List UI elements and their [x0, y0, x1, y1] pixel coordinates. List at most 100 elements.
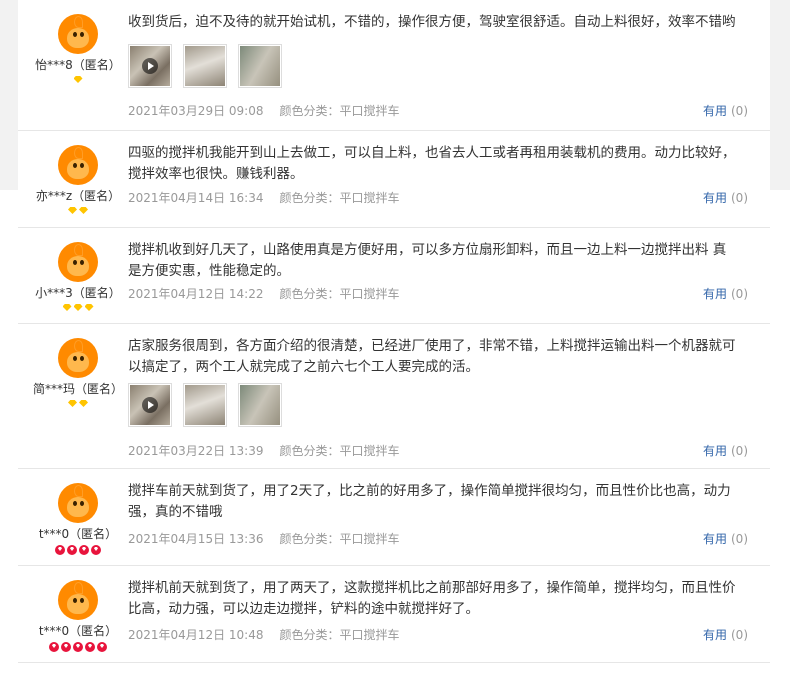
review-date: 2021年04月14日 16:34 [128, 191, 264, 205]
helpful-count: (0) [731, 444, 748, 458]
review-text: 搅拌机前天就到货了，用了两天了，这款搅拌机比之前那部好用多了，操作简单，搅拌均匀… [128, 580, 736, 617]
red-heart-gem-icon [97, 642, 107, 652]
helpful-control: 有用 (0) [703, 443, 748, 459]
review-color-category: 颜色分类：平口搅拌车 [279, 191, 400, 205]
red-heart-gem-icon [49, 642, 59, 652]
red-heart-gem-icon [91, 545, 101, 555]
review-photos [128, 383, 293, 427]
review-item: t***0（匿名） 搅拌机前天就到货了，用了两天了，这款搅拌机比之前那部好用多了… [18, 566, 770, 663]
helpful-control: 有用 (0) [703, 190, 748, 206]
play-icon [142, 397, 158, 413]
avatar[interactable] [58, 145, 98, 185]
reviewer-level-badge [18, 545, 138, 555]
red-heart-gem-icon [79, 545, 89, 555]
red-heart-gem-icon [85, 642, 95, 652]
review-text: 四驱的搅拌机我能开到山上去做工，可以自上料，也省去人工或者再租用装载机的费用。动… [128, 145, 736, 182]
avatar[interactable] [58, 580, 98, 620]
review-color-category: 颜色分类：平口搅拌车 [279, 104, 400, 118]
helpful-count: (0) [731, 532, 748, 546]
review-meta: 2021年04月14日 16:34 颜色分类：平口搅拌车 [128, 190, 400, 206]
review-list: 怡***8（匿名） 收到货后，迫不及待的就开始试机，不错的，操作很方便，驾驶室很… [18, 0, 770, 663]
review-item: 小***3（匿名） 搅拌机收到好几天了，山路使用真是方便好用，可以多方位扇形卸料… [18, 228, 770, 324]
review-photo-thumbnail[interactable] [238, 44, 282, 88]
helpful-button[interactable]: 有用 [703, 287, 727, 301]
reviewer-name: t***0（匿名） [38, 624, 118, 638]
review-date: 2021年04月15日 13:36 [128, 532, 264, 546]
helpful-button[interactable]: 有用 [703, 444, 727, 458]
helpful-button[interactable]: 有用 [703, 628, 727, 642]
avatar[interactable] [58, 242, 98, 282]
helpful-count: (0) [731, 104, 748, 118]
review-date: 2021年04月12日 14:22 [128, 287, 264, 301]
review-meta: 2021年03月22日 13:39 颜色分类：平口搅拌车 [128, 443, 400, 459]
helpful-count: (0) [731, 191, 748, 205]
reviewer-name: 怡***8（匿名） [35, 58, 121, 72]
review-photos [128, 44, 293, 88]
red-heart-gem-icon [67, 545, 77, 555]
review-photo-thumbnail[interactable] [183, 383, 227, 427]
yellow-diamond-icon [68, 400, 77, 407]
reviewer: 小***3（匿名） [18, 242, 138, 314]
reviewer-level-badge [18, 642, 138, 652]
review-video-thumbnail[interactable] [128, 383, 172, 427]
review-photo-thumbnail[interactable] [183, 44, 227, 88]
reviewer-level-badge [18, 400, 138, 410]
reviewer-name: 小***3（匿名） [35, 286, 121, 300]
reviewer-level-badge [18, 76, 138, 86]
helpful-button[interactable]: 有用 [703, 191, 727, 205]
yellow-diamond-icon [68, 207, 77, 214]
reviewer-level-badge [18, 304, 138, 314]
helpful-button[interactable]: 有用 [703, 532, 727, 546]
reviewer-name: 简***玛（匿名） [32, 382, 123, 396]
yellow-diamond-icon [73, 304, 83, 311]
red-heart-gem-icon [55, 545, 65, 555]
helpful-count: (0) [731, 628, 748, 642]
review-color-category: 颜色分类：平口搅拌车 [279, 628, 400, 642]
review-text: 搅拌车前天就到货了，用了2天了，比之前的好用多了，操作简单搅拌很均匀，而且性价比… [128, 483, 731, 520]
review-date: 2021年04月12日 10:48 [128, 628, 264, 642]
reviewer: t***0（匿名） [18, 580, 138, 652]
review-item: 简***玛（匿名） 店家服务很周到，各方面介绍的很清楚，已经进厂使用了，非常不错… [18, 324, 770, 469]
review-date: 2021年03月29日 09:08 [128, 104, 264, 118]
review-color-category: 颜色分类：平口搅拌车 [279, 287, 400, 301]
yellow-diamond-icon [84, 304, 94, 311]
yellow-diamond-icon [62, 304, 72, 311]
helpful-control: 有用 (0) [703, 531, 748, 547]
reviewer: t***0（匿名） [18, 483, 138, 555]
review-item: 怡***8（匿名） 收到货后，迫不及待的就开始试机，不错的，操作很方便，驾驶室很… [18, 0, 770, 131]
review-text: 搅拌机收到好几天了，山路使用真是方便好用，可以多方位扇形卸料，而且一边上料一边搅… [128, 242, 727, 279]
reviewer-name: 亦***z（匿名） [35, 189, 121, 203]
red-heart-gem-icon [61, 642, 71, 652]
review-item: 亦***z（匿名） 四驱的搅拌机我能开到山上去做工，可以自上料，也省去人工或者再… [18, 131, 770, 228]
reviewer-level-badge [18, 207, 138, 217]
play-icon [142, 58, 158, 74]
review-meta: 2021年04月12日 10:48 颜色分类：平口搅拌车 [128, 627, 400, 643]
review-color-category: 颜色分类：平口搅拌车 [279, 444, 400, 458]
review-meta: 2021年03月29日 09:08 颜色分类：平口搅拌车 [128, 103, 400, 119]
helpful-control: 有用 (0) [703, 627, 748, 643]
yellow-diamond-icon [73, 76, 83, 83]
avatar[interactable] [58, 338, 98, 378]
reviewer: 怡***8（匿名） [18, 14, 138, 86]
reviewer: 简***玛（匿名） [18, 338, 138, 410]
helpful-count: (0) [731, 287, 748, 301]
helpful-control: 有用 (0) [703, 103, 748, 119]
red-heart-gem-icon [73, 642, 83, 652]
review-item: t***0（匿名） 搅拌车前天就到货了，用了2天了，比之前的好用多了，操作简单搅… [18, 469, 770, 566]
yellow-diamond-icon [79, 207, 88, 214]
yellow-diamond-icon [79, 400, 88, 407]
review-photo-thumbnail[interactable] [238, 383, 282, 427]
review-video-thumbnail[interactable] [128, 44, 172, 88]
review-meta: 2021年04月12日 14:22 颜色分类：平口搅拌车 [128, 286, 400, 302]
avatar[interactable] [58, 14, 98, 54]
review-text: 收到货后，迫不及待的就开始试机，不错的，操作很方便，驾驶室很舒适。自动上料很好，… [128, 14, 736, 30]
avatar[interactable] [58, 483, 98, 523]
reviewer-name: t***0（匿名） [38, 527, 118, 541]
helpful-button[interactable]: 有用 [703, 104, 727, 118]
review-color-category: 颜色分类：平口搅拌车 [279, 532, 400, 546]
review-text: 店家服务很周到，各方面介绍的很清楚，已经进厂使用了，非常不错，上料搅拌运输出料一… [128, 338, 736, 375]
helpful-control: 有用 (0) [703, 286, 748, 302]
reviewer: 亦***z（匿名） [18, 145, 138, 217]
review-meta: 2021年04月15日 13:36 颜色分类：平口搅拌车 [128, 531, 400, 547]
review-date: 2021年03月22日 13:39 [128, 444, 264, 458]
